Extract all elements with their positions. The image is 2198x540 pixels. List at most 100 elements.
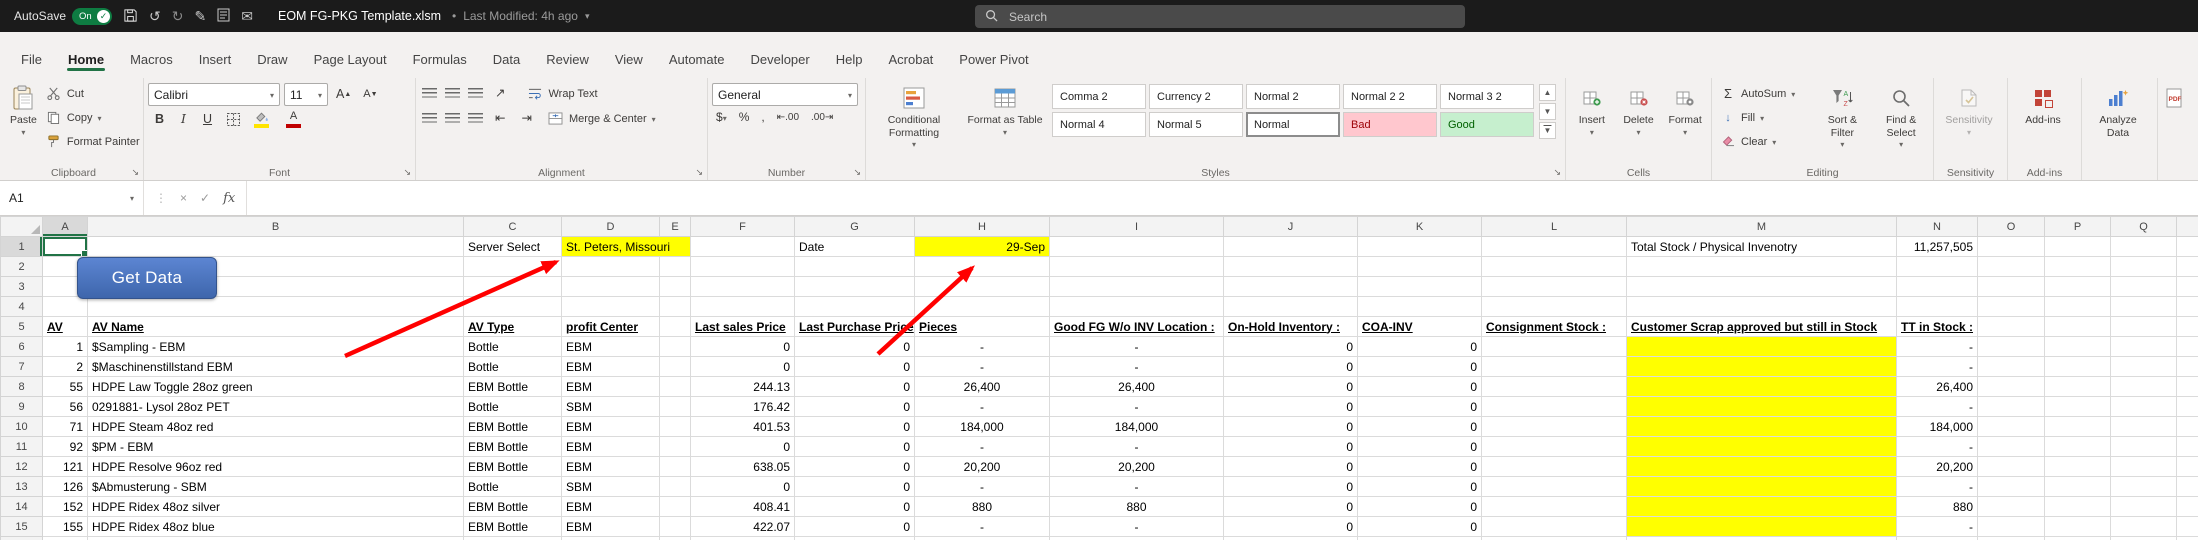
cell-J12[interactable]: 0 [1224,457,1358,477]
cell-D16[interactable] [562,537,660,540]
align-left-icon[interactable] [422,113,437,124]
cell-G2[interactable] [795,257,915,277]
cell-H7[interactable]: - [915,357,1050,377]
menu-tab-draw[interactable]: Draw [244,46,300,78]
cell-F2[interactable] [691,257,795,277]
cell-L12[interactable] [1482,457,1627,477]
cell-M2[interactable] [1627,257,1897,277]
format-cells-button[interactable]: Format ▾ [1663,81,1707,164]
cell-Q15[interactable] [2111,517,2177,537]
cell-M14[interactable] [1627,497,1897,517]
cell-O7[interactable] [1978,357,2045,377]
cell-D4[interactable] [562,297,660,317]
cell-J9[interactable]: 0 [1224,397,1358,417]
cell-X5[interactable] [2177,317,2198,337]
cell-X10[interactable] [2177,417,2198,437]
cell-L16[interactable] [1482,537,1627,540]
cell-H5[interactable]: Pieces [915,317,1050,337]
row-header-4[interactable]: 4 [1,297,43,317]
cell-X9[interactable] [2177,397,2198,417]
dialog-launcher-icon[interactable]: ↘ [1553,167,1561,178]
cell-O14[interactable] [1978,497,2045,517]
cell-N6[interactable]: - [1897,337,1978,357]
paste-button[interactable]: Paste ▾ [8,81,39,164]
cell-H15[interactable]: - [915,517,1050,537]
cell-P4[interactable] [2045,297,2111,317]
cell-E16[interactable] [660,537,691,540]
cell-style-currency-2[interactable]: Currency 2 [1149,84,1243,109]
cell-P10[interactable] [2045,417,2111,437]
cell-N10[interactable]: 184,000 [1897,417,1978,437]
menu-tab-power-pivot[interactable]: Power Pivot [946,46,1041,78]
cell-X7[interactable] [2177,357,2198,377]
cell-style-normal-2-2[interactable]: Normal 2 2 [1343,84,1437,109]
cell-N9[interactable]: - [1897,397,1978,417]
cell-I3[interactable] [1050,277,1224,297]
column-header-I[interactable]: I [1050,217,1224,237]
italic-button[interactable]: I [177,112,190,127]
cell-H14[interactable]: 880 [915,497,1050,517]
borders-icon[interactable] [225,112,241,127]
redo-icon[interactable]: ↻ [172,9,184,23]
column-header-E[interactable]: E [660,217,691,237]
cell-K11[interactable]: 0 [1358,437,1482,457]
cell-C5[interactable]: AV Type [464,317,562,337]
cell-F13[interactable]: 0 [691,477,795,497]
cell-O1[interactable] [1978,237,2045,257]
cell-E9[interactable] [660,397,691,417]
document-title[interactable]: EOM FG-PKG Template.xlsm [278,9,441,23]
increase-decimal-button[interactable]: ⇤.00 [777,112,799,123]
cell-A16[interactable] [43,537,88,540]
sensitivity-button[interactable]: Sensitivity ▾ [1938,81,2000,164]
name-box[interactable]: A1 ▾ [0,181,144,215]
cell-style-good[interactable]: Good [1440,112,1534,137]
cell-D2[interactable] [562,257,660,277]
envelope-icon[interactable]: ✉ [241,9,253,23]
align-middle-icon[interactable] [445,88,460,99]
cell-P5[interactable] [2045,317,2111,337]
cell-N4[interactable] [1897,297,1978,317]
cell-J4[interactable] [1224,297,1358,317]
cell-B8[interactable]: HDPE Law Toggle 28oz green [88,377,464,397]
cell-E10[interactable] [660,417,691,437]
cell-L7[interactable] [1482,357,1627,377]
cell-C14[interactable]: EBM Bottle [464,497,562,517]
cell-C15[interactable]: EBM Bottle [464,517,562,537]
cell-F14[interactable]: 408.41 [691,497,795,517]
row-header-8[interactable]: 8 [1,377,43,397]
cell-M10[interactable] [1627,417,1897,437]
column-header-B[interactable]: B [88,217,464,237]
cell-D12[interactable]: EBM [562,457,660,477]
cell-E12[interactable] [660,457,691,477]
cell-A10[interactable]: 71 [43,417,88,437]
cell-P9[interactable] [2045,397,2111,417]
cell-A13[interactable]: 126 [43,477,88,497]
cell-G3[interactable] [795,277,915,297]
cell-A7[interactable]: 2 [43,357,88,377]
pen-icon[interactable]: ✎ [195,9,207,23]
cell-P15[interactable] [2045,517,2111,537]
cell-X12[interactable] [2177,457,2198,477]
cell-style-normal[interactable]: Normal [1246,112,1340,137]
column-header-N[interactable]: N [1897,217,1978,237]
cell-O16[interactable] [1978,537,2045,540]
cell-I6[interactable]: - [1050,337,1224,357]
cell-G15[interactable]: 0 [795,517,915,537]
cell-style-normal-5[interactable]: Normal 5 [1149,112,1243,137]
cell-J14[interactable]: 0 [1224,497,1358,517]
cell-M9[interactable] [1627,397,1897,417]
cell-B9[interactable]: 0291881- Lysol 28oz PET [88,397,464,417]
cell-K16[interactable] [1358,537,1482,540]
cell-C16[interactable] [464,537,562,540]
search-input[interactable] [1007,9,1455,25]
cell-J8[interactable]: 0 [1224,377,1358,397]
column-header-J[interactable]: J [1224,217,1358,237]
cell-X16[interactable] [2177,537,2198,540]
cell-Q1[interactable] [2111,237,2177,257]
cell-F8[interactable]: 244.13 [691,377,795,397]
cell-G5[interactable]: Last Purchase Price [795,317,915,337]
cell-X2[interactable] [2177,257,2198,277]
cell-C9[interactable]: Bottle [464,397,562,417]
row-header-2[interactable]: 2 [1,257,43,277]
autosum-button[interactable]: Σ AutoSum ▾ [1716,83,1812,104]
